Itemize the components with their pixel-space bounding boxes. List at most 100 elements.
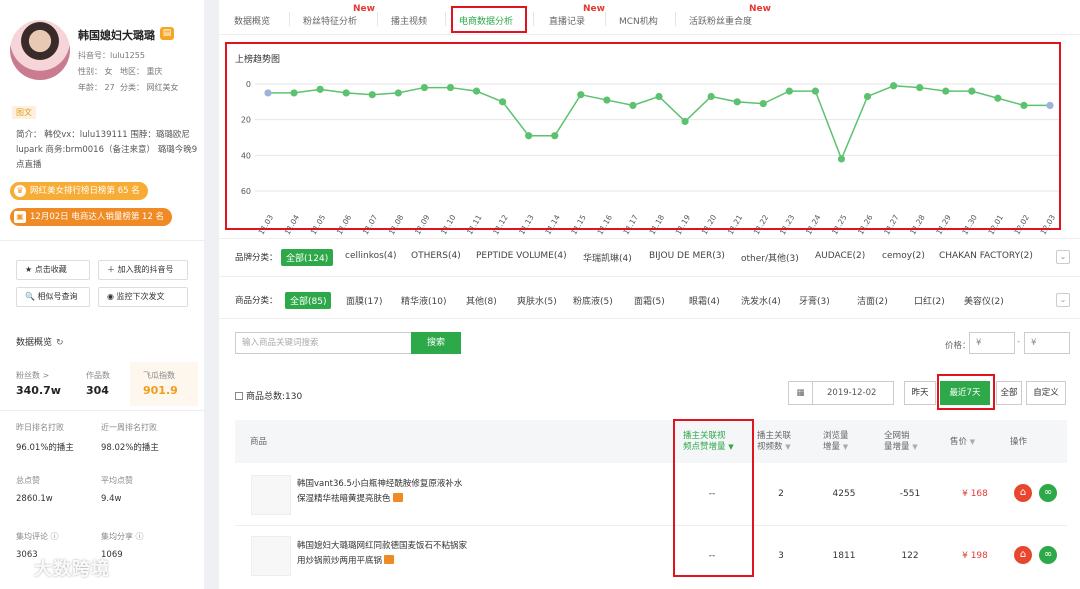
highlight-box-tab — [451, 6, 527, 33]
data-point — [811, 87, 820, 95]
verified-badge-icon: ▤ — [160, 27, 174, 40]
tab-fans-analysis[interactable]: 粉丝特征分析 — [303, 14, 357, 27]
category-filter-chip[interactable]: 精华液(10) — [401, 294, 446, 307]
product-name[interactable]: 韩国媳妇大璐璐网红同款德国麦饭石不粘锅家用炒锅煎炒两用平底锅 — [297, 539, 467, 569]
brand-filter-chip[interactable]: other/其他(3) — [741, 251, 799, 264]
brand-filter-label: 品牌分类： — [235, 253, 278, 263]
range-all-button[interactable]: 全部 — [996, 381, 1022, 405]
data-point — [368, 91, 376, 99]
brand-filter-chip[interactable]: PEPTIDE VOLUME(4) — [476, 251, 567, 261]
brand-filter-chip[interactable]: CHAKAN FACTORY(2) — [939, 251, 1033, 261]
x-tick-label: 11.06 — [335, 213, 354, 235]
price-max-input[interactable]: ¥ — [1024, 332, 1070, 354]
rank-badge-daily[interactable]: ♛ 网红美女排行榜日榜第 65 名 — [10, 182, 148, 200]
brand-filter-chip[interactable]: BIJOU DE MER(3) — [649, 251, 725, 261]
brand-filter-chip[interactable]: OTHERS(4) — [411, 251, 461, 261]
tab-divider — [445, 12, 446, 26]
category-filter-chip[interactable]: 洁面(2) — [857, 294, 888, 307]
x-tick-label: 11.23 — [778, 213, 797, 235]
product-search-input[interactable]: 输入商品关键词搜索 — [235, 332, 411, 354]
watermark: 大数跨境 — [12, 555, 110, 581]
date-picker[interactable]: ▦ 2019-12-02 — [788, 381, 894, 405]
shop-icon[interactable]: ⌂ — [1014, 484, 1032, 502]
x-tick-label: 11.26 — [856, 213, 875, 235]
tab-divider — [533, 12, 534, 26]
week-rank-label: 近一周排名打败 — [101, 423, 157, 432]
tab-divider — [605, 12, 606, 26]
col-product: 商品 — [250, 437, 268, 447]
data-point — [837, 155, 846, 163]
col-sales[interactable]: 全网销 量增量 ▼ — [884, 431, 918, 453]
profile-intro: 简介： 韩佼vx：lulu139111 围脖：璐璐欧尼lupark 商务:brm… — [16, 130, 198, 170]
x-tick-label: 11.17 — [622, 213, 641, 235]
category-filter-chip[interactable]: 口红(2) — [914, 294, 945, 307]
tab-fans-overlap[interactable]: 活跃粉丝重合度 — [689, 14, 752, 27]
col-price-text: 售价 — [950, 437, 968, 447]
x-tick-label: 11.10 — [439, 213, 458, 235]
product-thumbnail[interactable] — [251, 475, 291, 515]
product-name[interactable]: 韩国vant36.5小白瓶神经酰胺修复原液补水保湿精华祛暗黄提亮肤色 — [297, 477, 467, 507]
data-point — [342, 89, 350, 97]
tab-videos[interactable]: 播主视频 — [391, 14, 427, 27]
category-filter-chip[interactable]: 全部(85) — [285, 292, 332, 309]
x-tick-label: 11.14 — [543, 213, 562, 235]
category-filter-chip[interactable]: 面膜(17) — [346, 294, 382, 307]
tab-live[interactable]: 直播记录 — [549, 14, 585, 27]
sort-icon: ▼ — [842, 443, 849, 451]
refresh-icon[interactable]: ↻ — [56, 338, 64, 348]
divider — [0, 240, 204, 241]
link-icon[interactable]: ∞ — [1039, 546, 1057, 564]
category-filter-chip[interactable]: 面霜(5) — [634, 294, 665, 307]
shop-icon[interactable]: ⌂ — [1014, 546, 1032, 564]
category-filter-chip[interactable]: 爽肤水(5) — [517, 294, 557, 307]
add-board-button[interactable]: ＋ 加入我的抖音号 — [98, 260, 188, 280]
category-filter-chip[interactable]: 粉底液(5) — [573, 294, 613, 307]
brand-filter-chip[interactable]: AUDACE(2) — [815, 251, 865, 261]
col-views[interactable]: 浏览量 增量 ▼ — [823, 431, 849, 453]
total-likes-label: 总点赞 — [16, 476, 40, 485]
tab-mcn[interactable]: MCN机构 — [619, 14, 658, 27]
new-badge: New — [749, 4, 771, 14]
x-tick-label: 11.24 — [804, 213, 823, 235]
brand-filter-chip[interactable]: 全部(124) — [281, 249, 334, 266]
divider — [219, 318, 1080, 319]
category-filter-chip[interactable]: 牙膏(3) — [799, 294, 830, 307]
cell-video-count: 3 — [778, 551, 784, 561]
fans-value: 340.7w — [16, 384, 61, 397]
fans-label[interactable]: 粉丝数 > — [16, 370, 49, 381]
product-name-text: 韩国vant36.5小白瓶神经酰胺修复原液补水保湿精华祛暗黄提亮肤色 — [297, 479, 463, 504]
tab-data-overview[interactable]: 数据概览 — [234, 14, 270, 27]
col-video-count[interactable]: 播主关联 视频数 ▼ — [757, 431, 791, 453]
range-custom-button[interactable]: 自定义 — [1026, 381, 1066, 405]
divider — [219, 276, 1080, 277]
search-button[interactable]: 搜索 — [411, 332, 461, 354]
brand-filter-chip[interactable]: 华瑞凯琳(4) — [583, 251, 632, 264]
product-thumbnail[interactable] — [251, 536, 291, 576]
category-filter-chip[interactable]: 洗发水(4) — [741, 294, 781, 307]
brand-expand-chevron-icon[interactable]: ⌄ — [1056, 250, 1070, 264]
profile-gender: 性别： 女 — [78, 67, 113, 76]
monitor-button[interactable]: ◉ 监控下次发文 — [98, 287, 188, 307]
crown-icon: ♛ — [14, 185, 26, 197]
new-badge: New — [353, 4, 375, 14]
brand-filter-chip[interactable]: cemoy(2) — [882, 251, 925, 261]
category-filter-chip[interactable]: 美容仪(2) — [964, 294, 1004, 307]
collect-button[interactable]: ★ 点击收藏 — [16, 260, 90, 280]
x-tick-label: 11.12 — [491, 213, 510, 235]
category-expand-chevron-icon[interactable]: ⌄ — [1056, 293, 1070, 307]
week-rank-value: 98.02%的播主 — [101, 443, 159, 453]
brand-filter-chip[interactable]: cellinkos(4) — [345, 251, 397, 261]
avg-likes-label: 平均点赞 — [101, 476, 133, 485]
similar-search-button[interactable]: 🔍 相似号查询 — [16, 287, 90, 307]
cell-views: 4255 — [832, 489, 856, 499]
rank-badge-ecommerce[interactable]: ▣ 12月02日 电商达人销量榜第 12 名 — [10, 208, 173, 226]
avatar[interactable] — [10, 20, 70, 80]
col-price[interactable]: 售价 ▼ — [950, 437, 975, 448]
link-icon[interactable]: ∞ — [1039, 484, 1057, 502]
price-min-input[interactable]: ¥ — [969, 332, 1015, 354]
category-filter-chip[interactable]: 眼霜(4) — [689, 294, 720, 307]
category-filter-chip[interactable]: 其他(8) — [466, 294, 497, 307]
total-likes-value: 2860.1w — [16, 494, 53, 504]
range-yesterday-button[interactable]: 昨天 — [904, 381, 936, 405]
product-count: 商品总数:130 — [235, 389, 302, 402]
